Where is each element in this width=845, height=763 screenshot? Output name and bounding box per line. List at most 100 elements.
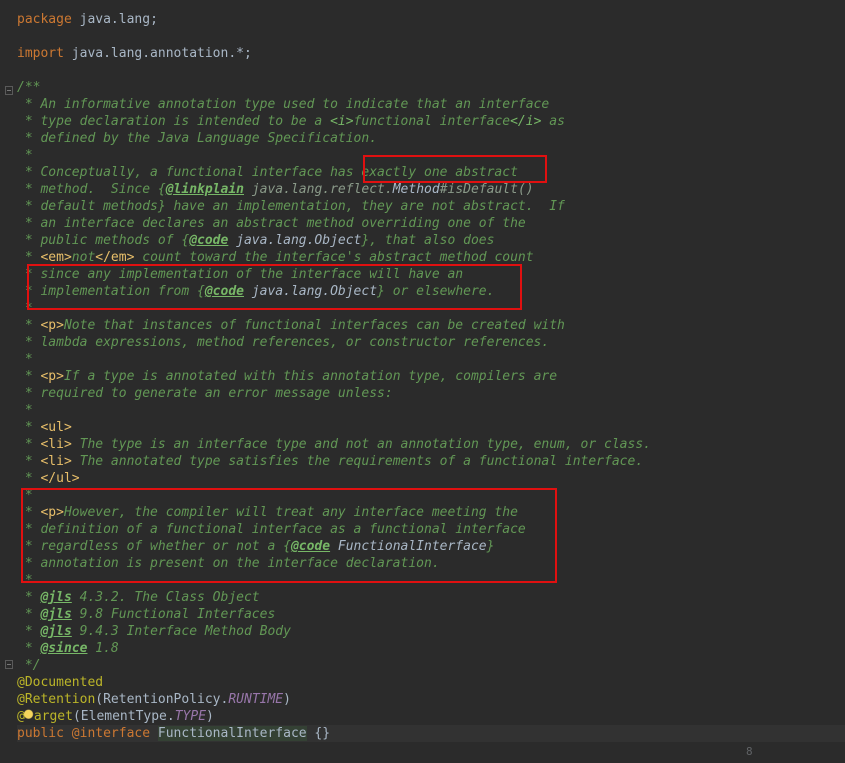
comment-text: * [17, 590, 41, 605]
code-line: @ arget(ElementType.TYPE) [17, 708, 214, 725]
comment-text: If a type is annotated with this annotat… [63, 369, 558, 384]
constant: TYPE [174, 709, 207, 724]
keyword: package [17, 12, 72, 27]
comment-text: * [17, 641, 41, 656]
code-text: java.lang.annotation.*; [63, 46, 252, 61]
comment-line: * method. Since {@linkplain java.lang.re… [17, 181, 534, 198]
comment-text: * [17, 624, 41, 639]
comment-text: 9.8 Functional Interfaces [71, 607, 276, 622]
html-tag: <em> [40, 250, 72, 265]
comment-text: * [17, 250, 41, 265]
comment-text: }, that also does [361, 233, 495, 248]
code-line: @Retention(RetentionPolicy.RUNTIME) [17, 691, 291, 708]
comment-text: * method. Since { [17, 182, 166, 197]
comment-text: Note that instances of functional interf… [63, 318, 565, 333]
comment-text: 4.3.2. The Class Object [71, 590, 260, 605]
comment-text: * [17, 454, 41, 469]
comment-line: * <p>If a type is annotated with this an… [17, 368, 557, 385]
html-tag: </em> [95, 250, 135, 265]
html-tag: </ul> [40, 471, 80, 486]
comment-text: * public methods of { [17, 233, 190, 248]
highlight-box [27, 264, 522, 310]
javadoc-class: Method [392, 182, 440, 197]
comment-text: 9.4.3 Interface Method Body [71, 624, 291, 639]
annotation: @Documented [17, 675, 104, 690]
javadoc-tag: @code [189, 233, 229, 248]
keyword: @interface [63, 726, 151, 741]
annotation: arget [33, 709, 73, 724]
lightbulb-icon[interactable] [22, 709, 34, 722]
html-tag: <ul> [40, 420, 72, 435]
keyword: public [17, 726, 64, 741]
comment-line: * type declaration is intended to be a <… [17, 113, 565, 130]
html-tag: <li> [40, 454, 72, 469]
javadoc-reference: #isDefault() [439, 182, 534, 197]
javadoc-reference: java.lang.reflect. [244, 182, 393, 197]
comment-line: * <p>Note that instances of functional i… [17, 317, 565, 334]
comment-line: * required to generate an error message … [17, 386, 393, 401]
comment-line: * public methods of {@code java.lang.Obj… [17, 232, 495, 249]
comment-line: * @since 1.8 [17, 640, 119, 657]
code-line: import java.lang.annotation.*; [17, 45, 252, 62]
code-text: {} [306, 726, 331, 741]
comment-text: * [17, 471, 41, 486]
comment-text: The annotated type satisfies the require… [71, 454, 644, 469]
comment-text: not [71, 250, 96, 265]
comment-line: * [17, 352, 33, 367]
code-text: ) [283, 692, 291, 707]
comment-line: * @jls 9.4.3 Interface Method Body [17, 623, 291, 640]
interface-name[interactable]: FunctionalInterface [157, 726, 307, 741]
html-tag: <p> [40, 318, 64, 333]
html-tag: <i> [330, 114, 354, 129]
comment-line: * [17, 148, 33, 163]
code-editor[interactable]: package java.lang; import java.lang.anno… [0, 0, 845, 763]
comment-line: * @jls 9.8 Functional Interfaces [17, 606, 275, 623]
comment-text: * [17, 420, 41, 435]
html-tag: <p> [40, 369, 64, 384]
editor-gutter [0, 0, 16, 763]
comment-text: as [541, 114, 565, 129]
javadoc-tag: @since [40, 641, 88, 656]
comment-line: /** [17, 80, 41, 95]
code-text: (ElementType. [72, 709, 175, 724]
comment-text: * [17, 607, 41, 622]
current-line: public @interface FunctionalInterface {} [17, 725, 845, 742]
fold-toggle-icon[interactable] [5, 86, 13, 95]
javadoc-reference: java.lang.Object [228, 233, 362, 248]
html-tag: <li> [40, 437, 72, 452]
comment-line: * defined by the Java Language Specifica… [17, 131, 378, 146]
code-line: package java.lang; [17, 11, 158, 28]
comment-text: The type is an interface type and not an… [71, 437, 651, 452]
comment-text: functional interface [353, 114, 511, 129]
constant: RUNTIME [228, 692, 284, 707]
comment-text: * [17, 318, 41, 333]
html-tag: </i> [510, 114, 542, 129]
comment-line: */ [17, 658, 41, 673]
comment-line: * <li> The type is an interface type and… [17, 436, 651, 453]
fold-toggle-icon[interactable] [5, 660, 13, 669]
javadoc-tag: @linkplain [165, 182, 244, 197]
comment-text: count toward the interface's abstract me… [134, 250, 534, 265]
comment-line: * default methods} have an implementatio… [17, 199, 565, 214]
comment-line: * @jls 4.3.2. The Class Object [17, 589, 260, 606]
code-text: ) [206, 709, 214, 724]
comment-line: * An informative annotation type used to… [17, 97, 550, 112]
annotation: @Retention [17, 692, 96, 707]
comment-text: * [17, 369, 41, 384]
comment-line: * </ul> [17, 470, 80, 487]
highlight-box [363, 155, 547, 183]
javadoc-tag: @jls [40, 607, 72, 622]
comment-line: * an interface declares an abstract meth… [17, 216, 526, 231]
code-text: java.lang; [71, 12, 158, 27]
comment-line: * [17, 403, 33, 418]
comment-line: * <li> The annotated type satisfies the … [17, 453, 643, 470]
code-line: @Documented [17, 674, 103, 691]
comment-line: * lambda expressions, method references,… [17, 335, 550, 350]
javadoc-tag: @jls [40, 624, 72, 639]
code-text: (RetentionPolicy. [95, 692, 229, 707]
highlight-box [21, 488, 557, 583]
page-number: 8 [746, 745, 753, 758]
comment-text: * [17, 437, 41, 452]
comment-text: 1.8 [87, 641, 119, 656]
